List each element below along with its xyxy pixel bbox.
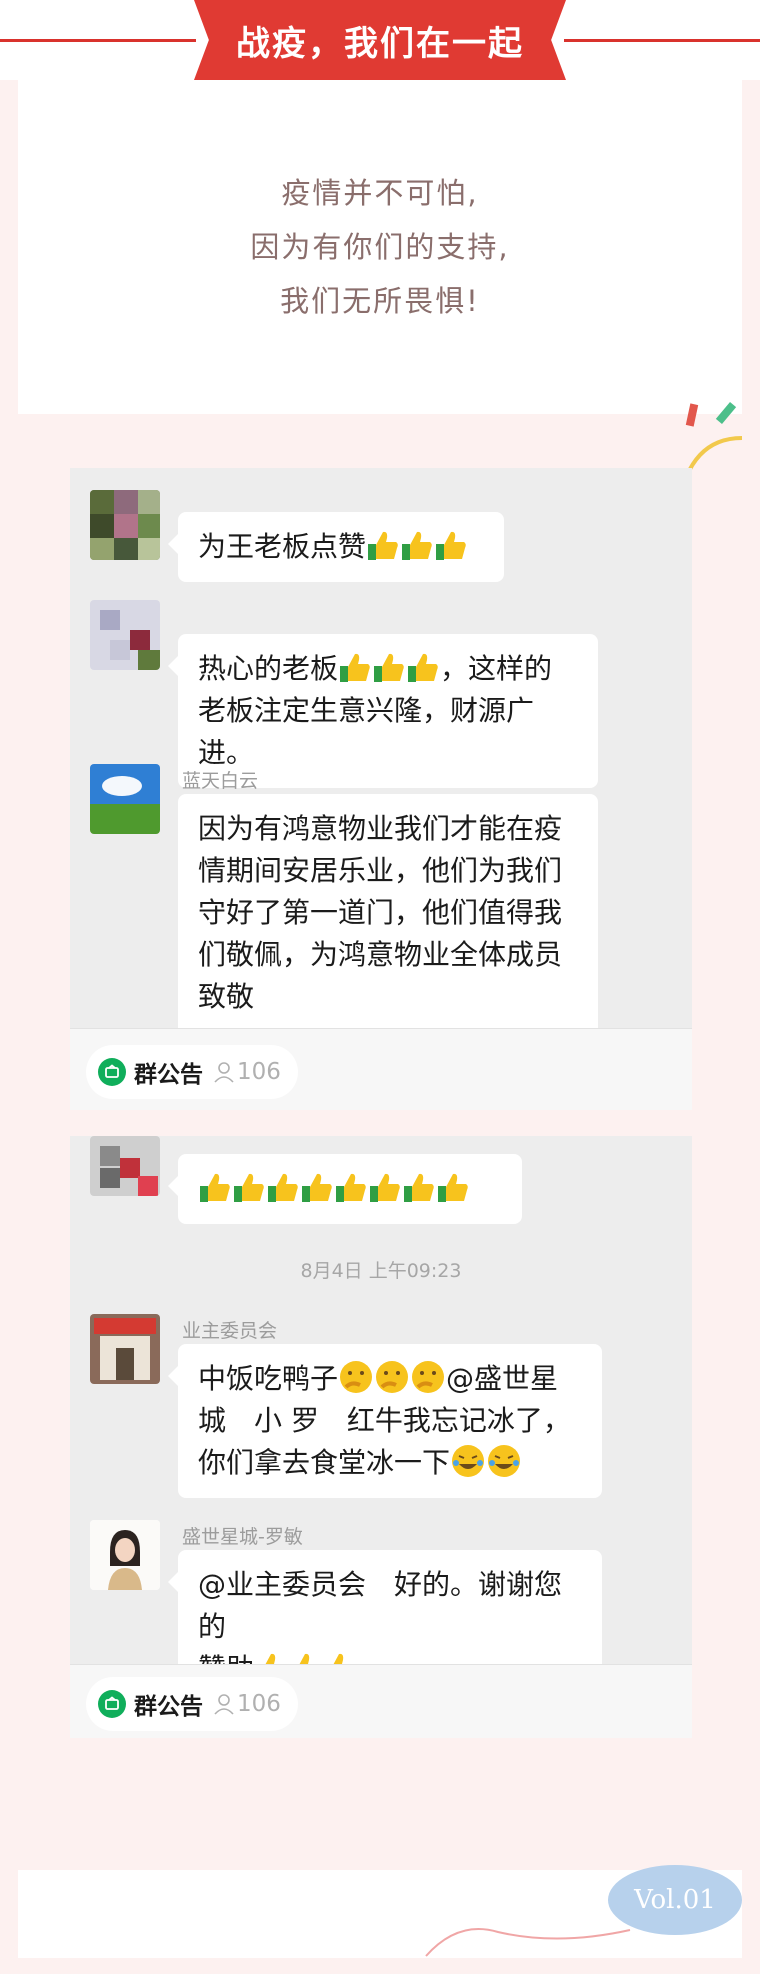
chat-message: 蓝天白云 因为有鸿意物业我们才能在疫情期间安居乐业，他们为我们守好了第一道门，他…	[70, 764, 692, 1034]
message-bubble: @业主委员会 好的。谢谢您的赞助	[168, 1550, 602, 1685]
chat-message: 热心的老板 ，这样的老板注定生意兴隆，财源广进。	[70, 600, 692, 788]
avatar	[90, 1136, 160, 1196]
message-text: ，这样的	[440, 652, 553, 685]
message-bubble: 中饭吃鸭子 @盛世星城 小 罗 红牛我忘记冰了， 你们拿去食堂冰一下	[168, 1344, 602, 1498]
group-notice-icon	[98, 1058, 126, 1086]
notice-label: 群公告	[134, 1062, 203, 1088]
chat-message	[70, 1136, 692, 1226]
laughing-tears-icon	[452, 1445, 485, 1477]
sender-name: 业主委员会	[182, 1320, 278, 1342]
thumbs-up-icon	[268, 1173, 298, 1202]
thumbs-up-icon	[402, 531, 432, 560]
thumbs-up-icon	[302, 1173, 332, 1202]
thinking-face-icon	[376, 1361, 409, 1393]
thumbs-up-icon	[404, 1173, 434, 1202]
person-icon	[214, 1694, 234, 1715]
message-text: 因为有鸿意物业我们才能在疫情期间安居乐业，他们为我们守好了第一道门，他们值得我们…	[198, 812, 563, 1013]
avatar	[90, 600, 160, 670]
thumbs-up-icon	[336, 1173, 366, 1202]
member-count: 106	[237, 1691, 281, 1717]
group-notice-icon	[98, 1690, 126, 1718]
message-text: 中饭吃鸭子	[198, 1362, 339, 1395]
sender-name: 蓝天白云	[182, 770, 259, 792]
intro-line-1: 疫情并不可怕,	[281, 176, 479, 210]
group-notice-button[interactable]: 群公告 106	[86, 1677, 298, 1731]
page-title: 战疫，我们在一起	[236, 23, 524, 64]
message-text: 为王老板点赞	[198, 530, 367, 563]
message-timestamp: 8月4日 上午09:23	[300, 1260, 462, 1282]
message-bubble	[168, 1154, 522, 1224]
banner-line-right	[564, 39, 760, 42]
notice-label: 群公告	[134, 1694, 203, 1720]
laughing-tears-icon	[488, 1445, 521, 1477]
group-notice-button[interactable]: 群公告 106	[86, 1045, 298, 1099]
banner-line-left	[0, 39, 196, 42]
thumbs-up-icon	[368, 531, 398, 560]
avatar	[90, 1314, 160, 1384]
chat-screenshot-1: 为王老板点赞 热心的老板 ，这样的老板注定生意兴隆，财源广进。 蓝天白云 因为有鸿…	[70, 468, 692, 1110]
thumbs-up-icon	[408, 653, 438, 682]
chat-screenshot-2: 8月4日 上午09:23 业主委员会 中饭吃鸭子 @盛世星城 小 罗 红牛我忘记冰…	[70, 1136, 692, 1738]
volume-badge: Vol.01	[608, 1865, 742, 1935]
group-notice-bar: 群公告 106	[70, 1664, 692, 1738]
volume-label: Vol.01	[634, 1885, 716, 1915]
member-count: 106	[237, 1059, 281, 1085]
person-icon	[214, 1062, 234, 1083]
group-notice-bar: 群公告 106	[70, 1028, 692, 1110]
thumbs-up-icon	[234, 1173, 264, 1202]
message-text: 城 小 罗 红牛我忘记冰了，	[198, 1404, 571, 1437]
message-text: 老板注定生意兴隆，财源广进。	[198, 694, 535, 769]
chat-message: 为王老板点赞	[70, 468, 692, 588]
message-text: @盛世星	[446, 1362, 559, 1395]
thumbs-up-icon	[340, 653, 370, 682]
message-bubble: 为王老板点赞	[168, 512, 504, 582]
decorative-swoosh	[425, 1928, 631, 1957]
intro-line-2: 因为有你们的支持,	[250, 230, 510, 264]
thumbs-up-icon	[200, 1173, 230, 1202]
intro-card: 疫情并不可怕, 因为有你们的支持, 我们无所畏惧!	[18, 80, 742, 414]
intro-line-3: 我们无所畏惧!	[280, 284, 480, 318]
message-text: 你们拿去食堂冰一下	[198, 1446, 451, 1479]
avatar	[90, 764, 160, 834]
sender-name: 盛世星城-罗敏	[182, 1526, 303, 1548]
avatar	[90, 490, 160, 560]
thumbs-up-icon	[374, 653, 404, 682]
chat-message: 盛世星城-罗敏 @业主委员会 好的。谢谢您的赞助	[70, 1520, 692, 1685]
title-banner: 战疫，我们在一起	[194, 0, 566, 80]
chat-message: 业主委员会 中饭吃鸭子 @盛世星城 小 罗 红牛我忘记冰了， 你们拿去食堂冰一下	[70, 1314, 692, 1514]
message-bubble: 因为有鸿意物业我们才能在疫情期间安居乐业，他们为我们守好了第一道门，他们值得我们…	[178, 794, 598, 1034]
thinking-face-icon	[412, 1361, 445, 1393]
thinking-face-icon	[340, 1361, 373, 1393]
avatar	[90, 1520, 160, 1590]
thumbs-up-icon	[436, 531, 466, 560]
thumbs-up-icon	[370, 1173, 400, 1202]
thumbs-up-icon	[438, 1173, 468, 1202]
message-text: 热心的老板	[198, 652, 339, 685]
message-text: @业主委员会 好的。谢谢您的	[198, 1568, 563, 1643]
